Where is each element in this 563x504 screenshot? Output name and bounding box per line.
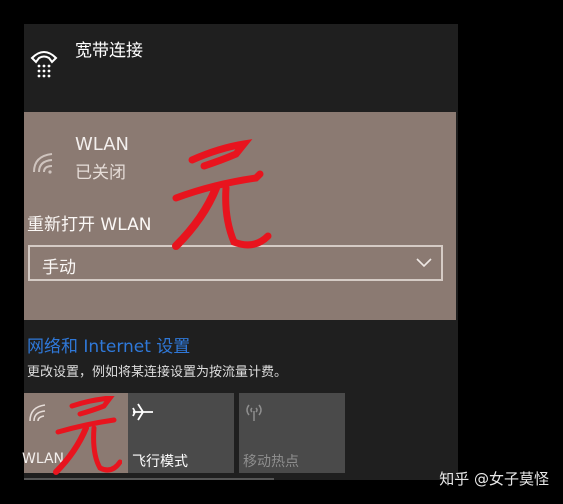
network-internet-settings-link[interactable]: 网络和 Internet 设置 <box>27 332 190 357</box>
quick-action-label: 移动热点 <box>243 454 299 470</box>
chevron-down-icon <box>416 258 432 268</box>
reopen-wlan-selected: 手动 <box>42 258 76 278</box>
settings-description: 更改设置，例如将某连接设置为按流量计费。 <box>27 365 288 380</box>
reopen-wlan-label: 重新打开 WLAN <box>27 215 152 235</box>
wlan-section: WLAN 已关闭 重新打开 WLAN 手动 <box>24 112 456 320</box>
airplane-icon <box>132 403 153 421</box>
wifi-icon <box>29 404 46 422</box>
quick-action-mobile-hotspot[interactable]: 移动热点 <box>239 393 345 473</box>
watermark: 知乎 @女子莫怪 <box>439 470 549 488</box>
broadband-connection-name: 宽带连接 <box>75 41 143 61</box>
hotspot-icon <box>246 404 262 421</box>
network-flyout: 宽带连接 WLAN 已关闭 重新打开 WLAN 手动 网络和 Internet … <box>22 24 458 480</box>
dialup-phone-icon <box>30 51 58 78</box>
quick-action-wlan[interactable]: WLAN <box>22 393 130 473</box>
quick-action-label: 飞行模式 <box>132 454 188 470</box>
wlan-title: WLAN <box>75 134 130 155</box>
divider <box>24 478 274 480</box>
wifi-icon <box>33 153 53 174</box>
quick-action-label: WLAN <box>22 451 65 467</box>
wlan-status: 已关闭 <box>75 163 126 183</box>
broadband-connection-item[interactable]: 宽带连接 <box>24 24 458 112</box>
quick-action-airplane-mode[interactable]: 飞行模式 <box>128 393 234 473</box>
reopen-wlan-dropdown[interactable]: 手动 <box>28 245 443 281</box>
